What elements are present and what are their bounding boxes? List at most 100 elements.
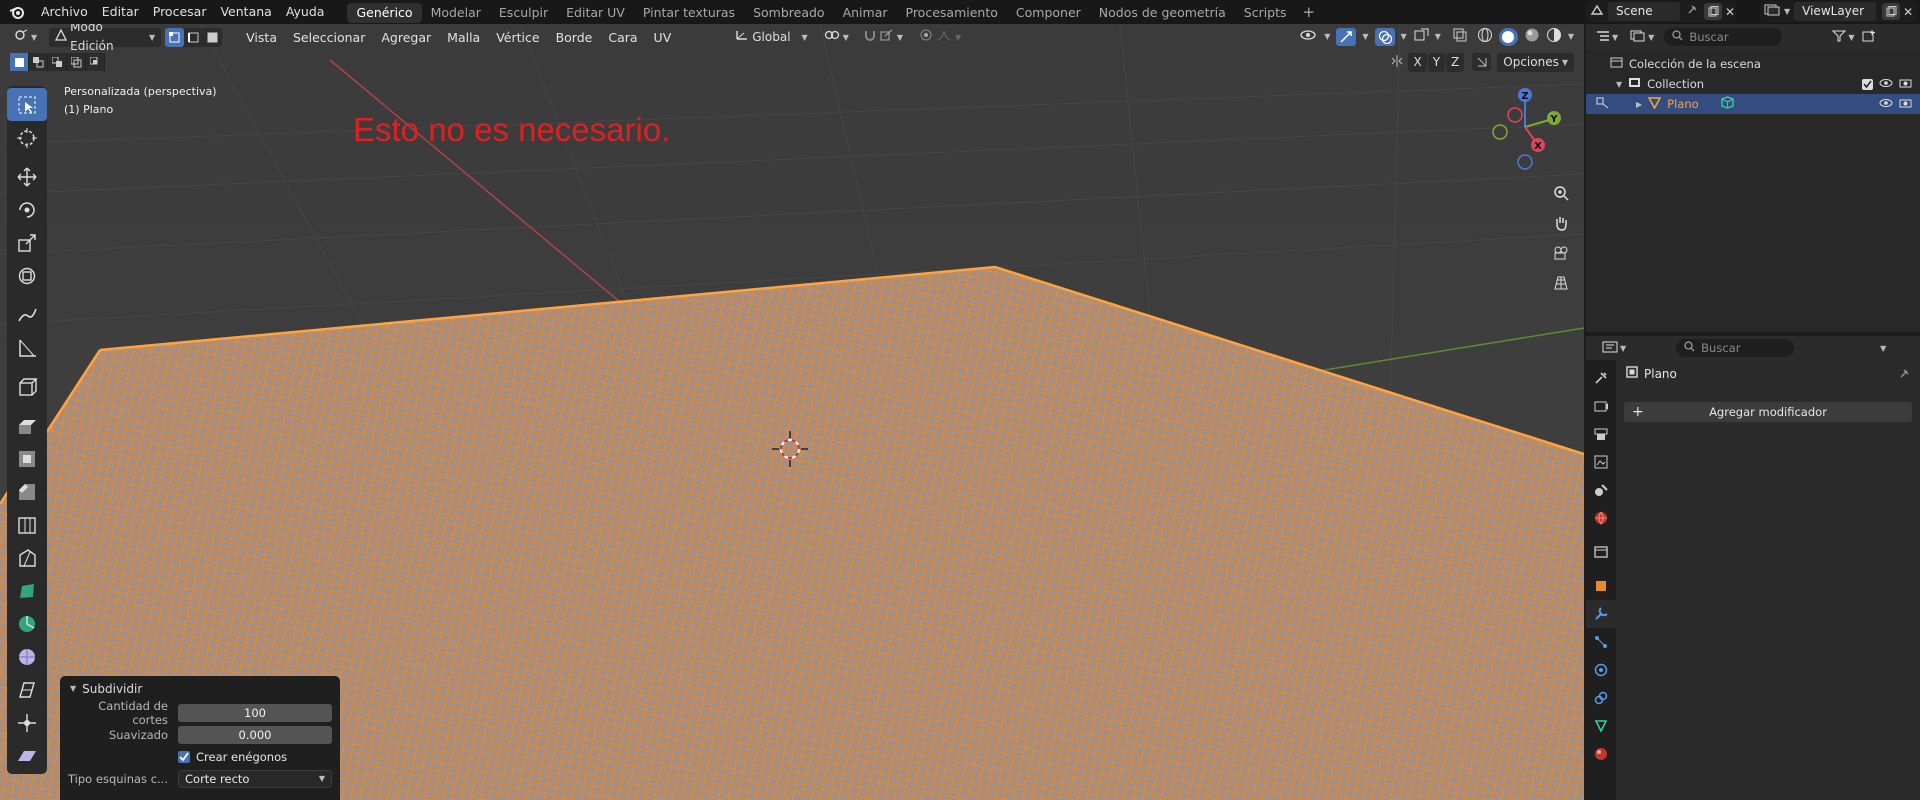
select-box-tool-icon[interactable]	[7, 88, 47, 121]
render-tab-icon[interactable]	[1586, 392, 1616, 420]
tab-editar-uv[interactable]: Editar UV	[557, 3, 634, 23]
proportional-edit-toggle[interactable]: ▼	[913, 28, 967, 47]
chevron-down-icon[interactable]: ▼	[1362, 32, 1368, 41]
tab-procesamiento[interactable]: Procesamiento	[897, 3, 1007, 23]
tab-scripts[interactable]: Scripts	[1235, 3, 1296, 23]
scale-tool-icon[interactable]	[7, 226, 47, 259]
mode-selector[interactable]: Modo Edición ▼	[49, 24, 162, 53]
chevron-down-icon[interactable]: ▼	[1616, 80, 1622, 89]
tab-pintar-texturas[interactable]: Pintar texturas	[634, 3, 744, 23]
properties-editor-icon[interactable]	[1602, 341, 1618, 356]
edge-select-icon[interactable]	[184, 28, 203, 47]
inset-tool-icon[interactable]	[7, 442, 47, 475]
tab-generico[interactable]: Genérico	[347, 2, 422, 23]
filter-icon[interactable]	[1832, 30, 1847, 45]
chevron-down-icon[interactable]: ▼	[1401, 32, 1407, 41]
checkbox-icon[interactable]	[1862, 78, 1873, 90]
visibility-eye-icon[interactable]	[1300, 28, 1318, 45]
data-tab-icon[interactable]	[1586, 712, 1616, 740]
menu-malla[interactable]: Malla	[439, 28, 488, 47]
constraints-tab-icon[interactable]	[1586, 684, 1616, 712]
menu-vista[interactable]: Vista	[238, 28, 285, 47]
mirror-z-toggle[interactable]: Z	[1446, 52, 1465, 72]
add-workspace-button[interactable]: +	[1296, 2, 1323, 23]
chevron-down-icon[interactable]: ▼	[1784, 7, 1790, 16]
knife-tool-icon[interactable]	[7, 541, 47, 574]
menu-procesar[interactable]: Procesar	[146, 1, 214, 23]
move-tool-icon[interactable]	[7, 160, 47, 193]
shear-tool-icon[interactable]	[7, 739, 47, 772]
loop-cut-tool-icon[interactable]	[7, 508, 47, 541]
chevron-right-icon[interactable]: ▶	[1636, 100, 1642, 109]
scene-name-field[interactable]: Scene	[1608, 2, 1680, 21]
eye-icon[interactable]	[1879, 77, 1893, 91]
gizmo-toggle-icon[interactable]	[1336, 27, 1357, 46]
object-row-plano[interactable]: ▶ Plano	[1586, 94, 1920, 114]
select-extend-icon[interactable]	[29, 53, 48, 71]
tab-sombreado[interactable]: Sombreado	[744, 3, 834, 23]
material-tab-icon[interactable]	[1586, 740, 1616, 768]
pivot-point-selector[interactable]: ▼	[818, 28, 855, 47]
xray-toggle-icon[interactable]	[1453, 28, 1467, 45]
collection-tab-icon[interactable]	[1586, 538, 1616, 566]
object-tab-icon[interactable]	[1586, 572, 1616, 600]
annotate-tool-icon[interactable]	[7, 298, 47, 331]
physics-tab-icon[interactable]	[1586, 656, 1616, 684]
eye-icon[interactable]	[1879, 97, 1893, 111]
add-modifier-button[interactable]: + Agregar modificador	[1624, 402, 1912, 422]
camera-icon[interactable]	[1899, 97, 1912, 111]
vertex-select-icon[interactable]	[165, 27, 185, 47]
tab-modelar[interactable]: Modelar	[422, 3, 490, 23]
menu-borde[interactable]: Borde	[548, 28, 601, 47]
face-select-icon[interactable]	[203, 28, 222, 47]
chevron-down-icon[interactable]: ▼	[1648, 33, 1654, 42]
modifier-tab-icon[interactable]	[1586, 600, 1616, 628]
corner-type-select[interactable]: Corte recto ▼	[178, 770, 332, 788]
tab-esculpir[interactable]: Esculpir	[490, 3, 557, 23]
snap-toggle[interactable]: ▼	[857, 28, 909, 47]
rotate-tool-icon[interactable]	[7, 193, 47, 226]
add-cube-tool-icon[interactable]	[7, 370, 47, 403]
shrink-fatten-tool-icon[interactable]	[7, 706, 47, 739]
wireframe-shading-icon[interactable]	[1477, 27, 1493, 46]
extrude-tool-icon[interactable]	[7, 409, 47, 442]
select-new-icon[interactable]	[10, 53, 29, 71]
perspective-toggle-icon[interactable]	[1548, 270, 1574, 296]
scene-collection-row[interactable]: Colección de la escena	[1586, 54, 1920, 74]
world-tab-icon[interactable]	[1586, 504, 1616, 532]
3d-viewport[interactable]: ▼ Modo Edición ▼ Vista Seleccionar Agreg…	[0, 24, 1584, 800]
mirror-x-toggle[interactable]: X	[1408, 52, 1427, 72]
remove-viewlayer-icon[interactable]: ✕	[1903, 5, 1913, 19]
chevron-down-icon[interactable]: ▼	[1568, 32, 1574, 41]
ngons-checkbox[interactable]	[178, 751, 190, 763]
pan-hand-icon[interactable]	[1548, 210, 1574, 236]
new-scene-icon[interactable]	[1704, 3, 1722, 20]
outliner-editor-icon[interactable]	[1596, 30, 1610, 45]
viewlayer-icon[interactable]	[1764, 4, 1780, 19]
menu-ayuda[interactable]: Ayuda	[279, 1, 332, 23]
editor-type-button[interactable]: ▼	[8, 28, 43, 47]
camera-icon[interactable]	[1899, 77, 1912, 91]
navigation-gizmo[interactable]: Z Y X	[1480, 82, 1570, 172]
spin-tool-icon[interactable]	[7, 607, 47, 640]
bevel-tool-icon[interactable]	[7, 475, 47, 508]
tool-tab-icon[interactable]	[1586, 364, 1616, 392]
collection-row[interactable]: ▼ Collection	[1586, 74, 1920, 94]
edit-mode-indicator-icon[interactable]	[1596, 97, 1610, 112]
rendered-shading-icon[interactable]	[1546, 27, 1562, 46]
new-collection-icon[interactable]	[1862, 29, 1876, 45]
menu-archivo[interactable]: Archivo	[34, 1, 95, 23]
options-dropdown[interactable]: Opciones ▼	[1497, 52, 1574, 72]
chevron-down-icon[interactable]: ▼	[1620, 344, 1626, 353]
view-layer-tab-icon[interactable]	[1586, 448, 1616, 476]
select-intersect-icon[interactable]	[86, 53, 105, 71]
output-tab-icon[interactable]	[1586, 420, 1616, 448]
smoothness-field[interactable]: 0.000	[178, 726, 332, 744]
measure-tool-icon[interactable]	[7, 331, 47, 364]
edge-slide-tool-icon[interactable]	[7, 673, 47, 706]
menu-agregar[interactable]: Agregar	[373, 28, 439, 47]
select-difference-icon[interactable]	[67, 53, 86, 71]
material-shading-icon[interactable]	[1524, 27, 1540, 46]
pin-icon[interactable]	[1686, 4, 1698, 19]
scene-icon[interactable]	[1590, 4, 1604, 19]
